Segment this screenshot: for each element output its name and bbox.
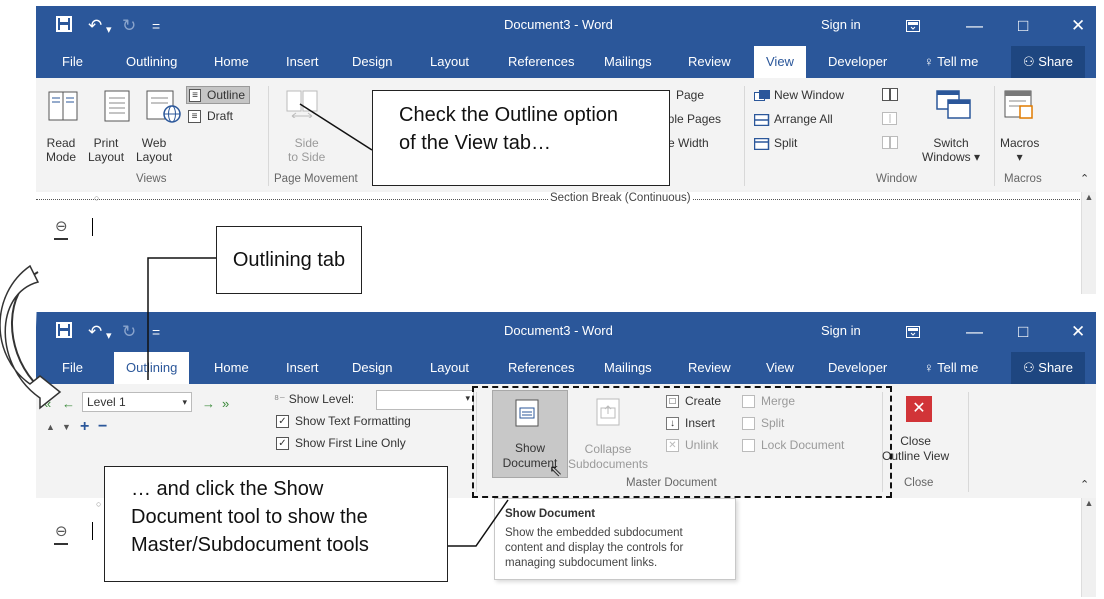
callout-view-tab: Check the Outline option of the View tab… xyxy=(372,90,670,186)
master-document-highlight xyxy=(472,386,892,498)
callout-outlining-tab: Outlining tab xyxy=(216,226,362,294)
callout-show-document: … and click the Show Document tool to sh… xyxy=(104,466,448,582)
